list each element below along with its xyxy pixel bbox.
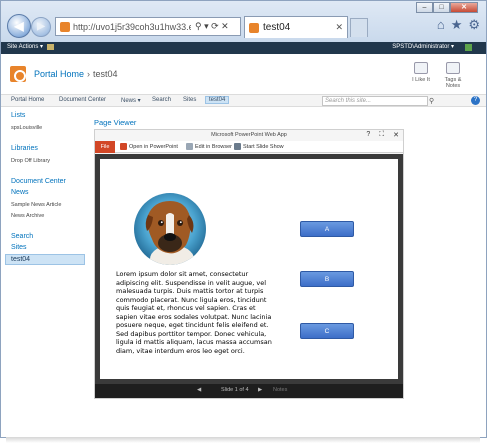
edit-icon <box>186 143 193 150</box>
slide-body-text: Lorem ipsum dolor sit amet, consectetur … <box>116 270 272 355</box>
help-icon[interactable]: ? <box>366 131 370 139</box>
web-part-title[interactable]: Page Viewer <box>94 118 136 127</box>
user-status-icon <box>465 44 472 51</box>
sharepoint-top-bar: Site Actions ▾ SPSTD\Administrator ▾ <box>0 42 487 54</box>
i-like-it-button[interactable]: I Like It <box>407 62 435 83</box>
edit-in-browser-button[interactable]: Edit in Browser <box>186 143 232 150</box>
quick-launch: Lists spsLouisville Libraries Drop Off L… <box>1 107 85 437</box>
slideshow-icon <box>234 143 241 150</box>
boxer-dog-image <box>134 193 206 265</box>
home-icon[interactable]: ⌂ <box>437 17 445 33</box>
nav-test04[interactable]: test04 <box>205 96 230 104</box>
window-shadow <box>6 437 480 443</box>
ql-item-drop-off-library[interactable]: Drop Off Library <box>11 158 50 164</box>
ql-item-news-archive[interactable]: News Archive <box>11 213 44 219</box>
title-area: Portal Home › test04 I Like It Tags & Note… <box>1 54 486 94</box>
close-window-button[interactable]: ✕ <box>450 2 478 13</box>
close-icon[interactable]: ✕ <box>393 131 399 139</box>
slide-button-b[interactable]: B <box>300 271 354 287</box>
help-icon[interactable]: ? <box>471 96 480 105</box>
tab-title: test04 <box>263 22 291 33</box>
breadcrumb-separator: › <box>87 69 91 79</box>
address-url[interactable]: http://uvo1j5r39coh3u1hw33.env.c... <box>73 22 191 32</box>
next-slide-icon[interactable]: ▶ <box>258 387 262 393</box>
file-button[interactable]: File <box>95 141 115 153</box>
fullscreen-icon[interactable]: ⛶ <box>379 131 384 139</box>
site-actions-menu[interactable]: Site Actions ▾ <box>7 43 43 50</box>
ql-heading-libraries[interactable]: Libraries <box>11 145 38 152</box>
maximize-button[interactable]: □ <box>433 2 450 13</box>
slide-counter: Slide 1 of 4 <box>221 387 249 393</box>
gear-icon[interactable]: ⚙ <box>468 17 480 33</box>
ql-heading-news[interactable]: News <box>11 189 29 196</box>
previous-slide-icon[interactable]: ◀ <box>197 387 201 393</box>
notes-button[interactable]: Notes <box>273 387 287 393</box>
tab-favicon-icon <box>249 22 259 33</box>
app-title: Microsoft PowerPoint Web App <box>211 132 287 138</box>
slide-stage: Lorem ipsum dolor sit amet, consectetur … <box>95 154 403 392</box>
browser-toolbar-icons: ⌂ ★ ⚙ <box>437 17 480 33</box>
forward-button[interactable]: ▶ <box>31 17 51 37</box>
slide-navigation-bar: ◀ Slide 1 of 4 ▶ Notes <box>95 384 403 398</box>
app-toolbar: File Open in PowerPoint Edit in Browser … <box>95 141 403 153</box>
nav-sites[interactable]: Sites <box>183 97 196 103</box>
ql-heading-search[interactable]: Search <box>11 233 33 240</box>
nav-news[interactable]: News ▾ <box>121 97 141 104</box>
tags-notes-button[interactable]: Tags & Notes <box>439 62 467 89</box>
tag-icon <box>446 62 460 74</box>
new-tab-button[interactable] <box>350 18 368 37</box>
nav-document-center[interactable]: Document Center <box>59 97 106 103</box>
slide: Lorem ipsum dolor sit amet, consectetur … <box>100 159 398 379</box>
minimize-button[interactable]: – <box>416 2 433 13</box>
breadcrumb-current: test04 <box>93 69 118 79</box>
open-in-powerpoint-button[interactable]: Open in PowerPoint <box>120 143 178 150</box>
ql-item-sample-news-article[interactable]: Sample News Article <box>11 202 61 208</box>
address-bar-action-icons[interactable]: ⚲ ▾ ⟳ ✕ <box>195 21 229 32</box>
tab-close-icon[interactable]: ✕ <box>335 22 343 33</box>
user-menu[interactable]: SPSTD\Administrator ▾ <box>392 43 454 50</box>
slide-button-c[interactable]: C <box>300 323 354 339</box>
browse-folder-icon[interactable] <box>47 44 54 50</box>
thumbs-up-icon <box>414 62 428 74</box>
ql-heading-document-center[interactable]: Document Center <box>11 178 66 185</box>
ql-heading-sites[interactable]: Sites <box>11 244 27 251</box>
star-icon[interactable]: ★ <box>451 17 463 33</box>
browser-chrome: – □ ✕ ◀ ▶ http://uvo1j5r39coh3u1hw33.env… <box>0 0 487 42</box>
window-controls: – □ ✕ <box>416 2 478 13</box>
powerpoint-web-app: Microsoft PowerPoint Web App ? ⛶ ✕ File … <box>94 129 404 399</box>
address-bar[interactable]: http://uvo1j5r39coh3u1hw33.env.c... ⚲ ▾ … <box>55 17 241 36</box>
tab-test04[interactable]: test04 ✕ <box>244 16 348 38</box>
back-button[interactable]: ◀ <box>7 14 31 38</box>
app-header-icons: ? ⛶ ✕ <box>366 131 399 139</box>
ql-item-test04[interactable]: test04 <box>5 254 85 265</box>
breadcrumb-portal-home[interactable]: Portal Home <box>34 69 84 79</box>
ql-item-spslouisville[interactable]: spsLouisville <box>11 125 42 131</box>
site-logo-icon[interactable] <box>10 66 26 82</box>
breadcrumb: Portal Home › test04 <box>34 69 118 79</box>
nav-search[interactable]: Search <box>152 97 171 103</box>
ql-heading-lists[interactable]: Lists <box>11 112 25 119</box>
top-navigation: Portal Home Document Center News ▾ Searc… <box>1 94 486 107</box>
nav-portal-home[interactable]: Portal Home <box>11 97 44 103</box>
search-icon[interactable]: ⚲ <box>429 97 434 105</box>
slide-button-a[interactable]: A <box>300 221 354 237</box>
sharepoint-favicon-icon <box>60 21 70 32</box>
powerpoint-icon <box>120 143 127 150</box>
search-input[interactable]: Search this site... <box>322 96 428 106</box>
start-slide-show-button[interactable]: Start Slide Show <box>234 143 284 150</box>
